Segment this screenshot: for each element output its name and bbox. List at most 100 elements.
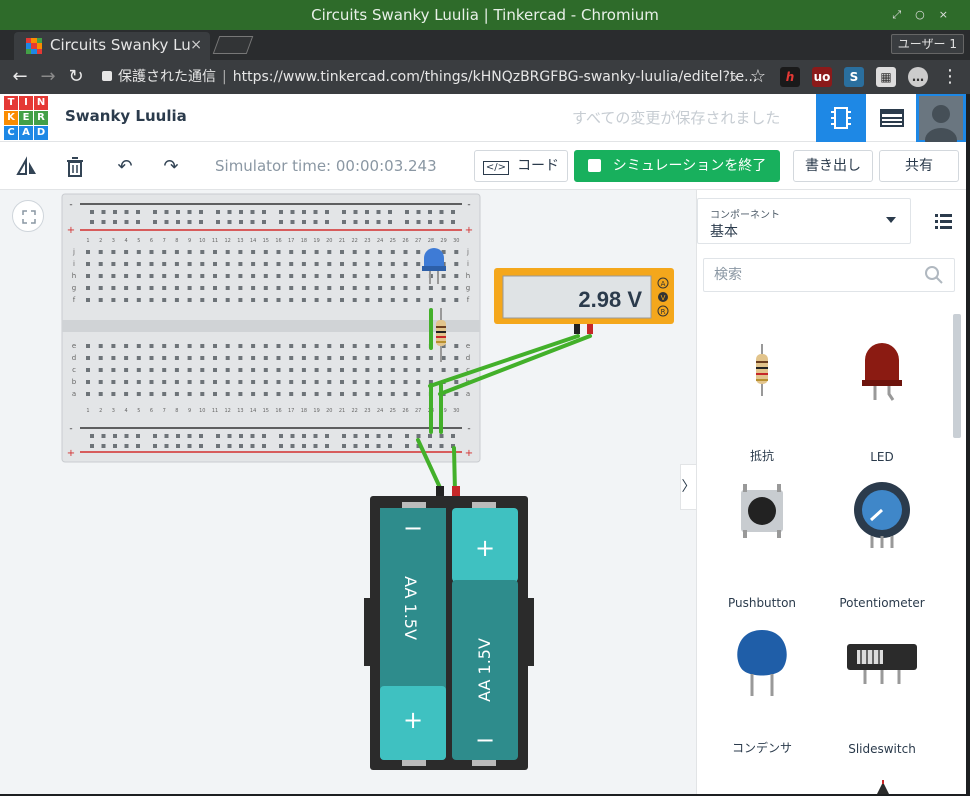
breadboard-hole[interactable] (340, 262, 344, 266)
panel-scrollbar[interactable] (953, 314, 961, 438)
profile-button[interactable]: ユーザー 1 (890, 34, 964, 54)
breadboard-hole[interactable] (225, 250, 230, 254)
breadboard-hole[interactable] (250, 210, 255, 214)
breadboard-hole[interactable] (124, 368, 129, 372)
breadboard-hole[interactable] (376, 210, 381, 214)
breadboard-hole[interactable] (124, 298, 129, 302)
breadboard-hole[interactable] (111, 250, 116, 254)
breadboard-hole[interactable] (302, 210, 306, 214)
breadboard-hole[interactable] (454, 392, 459, 396)
breadboard-hole[interactable] (136, 444, 140, 448)
breadboard-hole[interactable] (388, 210, 392, 214)
breadboard-hole[interactable] (454, 344, 459, 348)
breadboard-hole[interactable] (376, 220, 381, 224)
breadboard-hole[interactable] (302, 220, 306, 224)
component-search-input[interactable]: 検索 (703, 258, 955, 292)
breadboard-hole[interactable] (174, 368, 179, 372)
breadboard-hole[interactable] (227, 220, 232, 224)
breadboard-hole[interactable] (90, 444, 94, 448)
breadboard-hole[interactable] (365, 262, 370, 266)
rotate-icon[interactable] (14, 154, 40, 180)
breadboard-hole[interactable] (378, 286, 383, 290)
breadboard-hole[interactable] (365, 220, 369, 224)
breadboard-hole[interactable] (353, 434, 358, 438)
breadboard-hole[interactable] (225, 368, 230, 372)
breadboard-hole[interactable] (439, 444, 444, 448)
breadboard-hole[interactable] (200, 356, 205, 360)
components-list-view-button[interactable] (866, 94, 916, 142)
breadboard-hole[interactable] (251, 250, 256, 254)
breadboard-hole[interactable] (251, 356, 256, 360)
window-controls[interactable]: ⤢○× (892, 0, 962, 30)
breadboard-hole[interactable] (340, 274, 344, 278)
breadboard-hole[interactable] (390, 286, 395, 290)
breadboard-hole[interactable] (149, 380, 154, 384)
breadboard-hole[interactable] (378, 274, 383, 278)
breadboard-hole[interactable] (200, 392, 205, 396)
qr-code-icon[interactable]: ▦ (876, 67, 896, 87)
breadboard-hole[interactable] (340, 250, 344, 254)
breadboard-hole[interactable] (416, 392, 421, 396)
breadboard-hole[interactable] (365, 344, 370, 348)
breadboard-hole[interactable] (199, 444, 203, 448)
breadboard-hole[interactable] (262, 220, 266, 224)
export-button[interactable]: 書き出し (793, 150, 873, 182)
breadboard-hole[interactable] (136, 434, 140, 438)
breadboard-hole[interactable] (113, 220, 117, 224)
breadboard-hole[interactable] (416, 368, 421, 372)
breadboard-hole[interactable] (388, 434, 392, 438)
breadboard-hole[interactable] (124, 344, 129, 348)
search-icon[interactable] (924, 265, 944, 285)
breadboard-hole[interactable] (378, 380, 383, 384)
breadboard-hole[interactable] (276, 380, 281, 384)
breadboard-hole[interactable] (263, 356, 268, 360)
breadboard-hole[interactable] (276, 262, 281, 266)
breadboard-hole[interactable] (149, 262, 154, 266)
breadboard-hole[interactable] (213, 298, 217, 302)
breadboard-hole[interactable] (403, 262, 408, 266)
breadboard-hole[interactable] (289, 250, 294, 254)
breadboard-hole[interactable] (136, 250, 141, 254)
breadboard-hole[interactable] (225, 392, 230, 396)
reload-icon[interactable]: ↻ (64, 65, 88, 89)
breadboard-hole[interactable] (263, 274, 268, 278)
breadboard-hole[interactable] (164, 444, 169, 448)
breadboard-hole[interactable] (239, 444, 243, 448)
back-icon[interactable]: ← (8, 65, 32, 89)
breadboard-hole[interactable] (403, 368, 408, 372)
extension-h-icon[interactable]: h (780, 67, 800, 87)
breadboard-hole[interactable] (162, 286, 167, 290)
breadboard-hole[interactable] (200, 250, 205, 254)
breadboard-hole[interactable] (301, 274, 306, 278)
breadboard-hole[interactable] (136, 380, 141, 384)
breadboard-hole[interactable] (251, 274, 256, 278)
breadboard-hole[interactable] (213, 344, 217, 348)
breadboard-hole[interactable] (153, 220, 157, 224)
breadboard-hole[interactable] (441, 356, 446, 360)
breadboard-hole[interactable] (101, 434, 106, 438)
breadboard-hole[interactable] (113, 434, 117, 438)
breadboard-hole[interactable] (187, 298, 192, 302)
breadboard-hole[interactable] (276, 392, 281, 396)
breadboard-hole[interactable] (111, 262, 116, 266)
breadboard-hole[interactable] (124, 250, 129, 254)
breadboard-hole[interactable] (251, 380, 256, 384)
breadboard-hole[interactable] (238, 344, 243, 348)
breadboard-hole[interactable] (416, 274, 421, 278)
breadboard-hole[interactable] (327, 356, 332, 360)
breadboard-hole[interactable] (301, 380, 306, 384)
breadboard-hole[interactable] (176, 210, 180, 214)
breadboard-hole[interactable] (86, 274, 90, 278)
breadboard-hole[interactable] (353, 444, 358, 448)
breadboard-hole[interactable] (340, 368, 344, 372)
breadboard-hole[interactable] (352, 286, 357, 290)
breadboard-hole[interactable] (162, 368, 167, 372)
breadboard-hole[interactable] (390, 344, 395, 348)
breadboard-hole[interactable] (352, 250, 357, 254)
breadboard-hole[interactable] (200, 286, 205, 290)
breadboard-hole[interactable] (162, 262, 167, 266)
user-avatar[interactable] (916, 94, 966, 152)
breadboard-hole[interactable] (276, 344, 281, 348)
component-potentiometer[interactable]: Potentiometer (827, 480, 937, 610)
breadboard-hole[interactable] (340, 356, 344, 360)
